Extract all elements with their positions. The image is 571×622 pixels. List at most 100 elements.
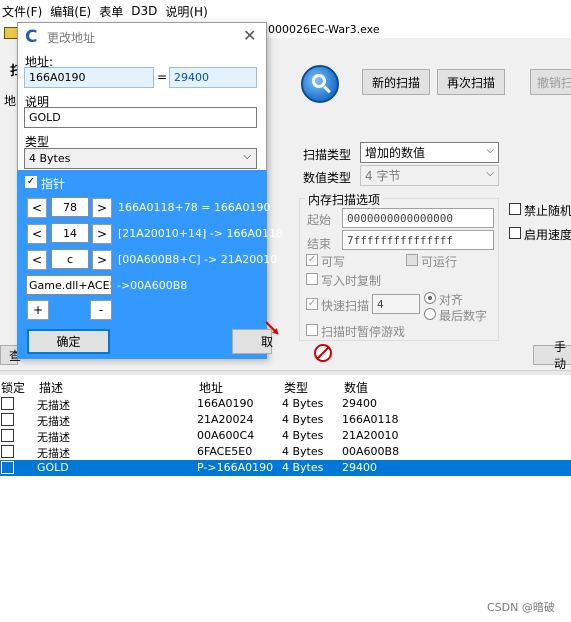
pointer-checkbox[interactable]: ✓	[25, 176, 37, 188]
lock-checkbox[interactable]	[1, 445, 14, 458]
menu-edit[interactable]: 编辑(E)	[48, 3, 97, 20]
writable-checkbox[interactable]: ✓	[306, 254, 318, 266]
close-icon[interactable]: ✕	[243, 26, 256, 45]
row-type: 4 Bytes	[282, 461, 324, 474]
dialog-title: 更改地址	[47, 31, 96, 45]
offset-input[interactable]: 78	[51, 197, 89, 217]
address-input[interactable]: 166A0190	[24, 67, 154, 88]
address-list-header: 锁定 描述 地址 类型 数值	[0, 376, 571, 396]
table-row-selected[interactable]: GOLD P->166A0190 4 Bytes 29400	[0, 460, 571, 476]
magnifier-icon[interactable]	[301, 65, 339, 103]
ok-button[interactable]: 确定	[27, 329, 110, 354]
enable-speedhack-checkbox[interactable]	[509, 227, 521, 239]
start-label: 起始	[307, 213, 332, 227]
splitter[interactable]	[0, 370, 571, 375]
row-address: 166A0190	[197, 397, 254, 410]
copy-on-write-checkbox[interactable]	[306, 273, 318, 285]
chevron-down-icon: ⌵	[243, 151, 251, 162]
header-description[interactable]: 描述	[39, 379, 63, 396]
table-row[interactable]: 无描述 00A600C4 4 Bytes 21A20010	[0, 428, 571, 444]
offset-result: [21A20010+14] -> 166A0118	[118, 227, 284, 240]
offset-input[interactable]: 14	[51, 223, 89, 243]
header-lock[interactable]: 锁定	[1, 379, 25, 396]
lock-checkbox[interactable]	[1, 413, 14, 426]
remove-offset-button[interactable]: -	[90, 300, 112, 320]
offset-decrease-button[interactable]: <	[27, 198, 47, 218]
row-address: P->166A0190	[197, 461, 274, 474]
offset-decrease-button[interactable]: <	[27, 250, 47, 270]
type-select[interactable]: 4 Bytes ⌵	[24, 148, 257, 169]
scan-type-select[interactable]: 增加的数值 ⌵	[360, 142, 499, 163]
last-digits-label: 最后数字	[439, 309, 488, 323]
row-value: 29400	[342, 397, 377, 410]
process-title: 000026EC-War3.exe	[268, 23, 380, 36]
row-type: 4 Bytes	[282, 429, 324, 442]
row-address: 6FACE5E0	[197, 445, 253, 458]
header-type[interactable]: 类型	[284, 379, 308, 396]
table-row[interactable]: 无描述 21A20024 4 Bytes 166A0118	[0, 412, 571, 428]
add-offset-button[interactable]: +	[27, 300, 49, 320]
lock-checkbox[interactable]	[1, 461, 14, 474]
offset-increase-button[interactable]: >	[92, 224, 112, 244]
row-description: 无描述	[37, 415, 70, 428]
offset-result: [00A600B8+C] -> 21A20010	[118, 253, 278, 266]
memory-options-title: 内存扫描选项	[305, 191, 384, 208]
row-description: GOLD	[37, 461, 69, 474]
align-label: 对齐	[439, 293, 464, 307]
undo-scan-button[interactable]: 撤销扫	[530, 69, 571, 95]
open-process-icon[interactable]	[4, 27, 18, 39]
memory-view-button[interactable]: 查	[0, 345, 21, 365]
pause-game-checkbox[interactable]	[306, 324, 318, 336]
start-address-input[interactable]: 0000000000000000	[342, 208, 494, 228]
writable-label: 可写	[321, 255, 346, 269]
equals-sign: =	[157, 70, 168, 84]
row-description: 无描述	[37, 399, 70, 412]
offset-decrease-button[interactable]: <	[27, 224, 47, 244]
header-address[interactable]: 地址	[199, 379, 223, 396]
menu-table[interactable]: 表单	[97, 3, 129, 20]
menu-d3d[interactable]: D3D	[129, 4, 163, 18]
type-value: 4 Bytes	[29, 152, 71, 165]
last-digits-radio[interactable]	[424, 308, 436, 320]
base-address-result: ->00A600B8	[117, 279, 188, 292]
watermark: CSDN @暗破	[487, 601, 555, 614]
header-value[interactable]: 数值	[344, 379, 368, 396]
row-address: 00A600C4	[197, 429, 255, 442]
description-input[interactable]: GOLD	[24, 107, 257, 128]
fast-scan-checkbox[interactable]: ✓	[306, 298, 318, 310]
row-description: 无描述	[37, 447, 70, 460]
stop-address-input[interactable]: 7fffffffffffffff	[342, 230, 494, 250]
fast-scan-input[interactable]: 4	[372, 294, 420, 314]
lock-checkbox[interactable]	[1, 429, 14, 442]
disable-random-checkbox[interactable]	[509, 203, 521, 215]
table-row[interactable]: 无描述 6FACE5E0 4 Bytes 00A600B8	[0, 444, 571, 460]
manual-add-button[interactable]: 手动	[533, 340, 571, 371]
menu-help[interactable]: 说明(H)	[163, 3, 213, 20]
offset-input[interactable]: c	[51, 249, 89, 269]
offset-result: 166A0118+78 = 166A0190	[118, 201, 271, 214]
next-scan-button[interactable]: 再次扫描	[437, 69, 505, 95]
offset-increase-button[interactable]: >	[92, 198, 112, 218]
new-scan-button[interactable]: 新的扫描	[362, 69, 430, 95]
copy-on-write-label: 写入时复制	[321, 274, 382, 288]
chevron-down-icon: ⌵	[486, 168, 494, 179]
row-type: 4 Bytes	[282, 413, 324, 426]
lock-checkbox[interactable]	[1, 397, 14, 410]
pointer-label: 指针	[41, 177, 66, 191]
menu-bar: 文件(F) 编辑(E) 表单 D3D 说明(H)	[0, 0, 571, 22]
executable-checkbox[interactable]	[406, 254, 418, 266]
menu-file[interactable]: 文件(F)	[0, 3, 48, 20]
value-type-value: 4 字节	[365, 169, 401, 183]
offset-increase-button[interactable]: >	[92, 250, 112, 270]
table-row[interactable]: 无描述 166A0190 4 Bytes 29400	[0, 396, 571, 412]
align-radio[interactable]	[424, 292, 436, 304]
base-address-input[interactable]: Game.dll+ACE5E	[26, 275, 112, 295]
scan-type-label: 扫描类型	[303, 148, 352, 162]
disable-random-label: 禁止随机	[524, 204, 571, 218]
current-value-display: 29400	[169, 67, 257, 88]
red-arrow-icon	[265, 321, 279, 335]
executable-label: 可运行	[421, 255, 458, 269]
stop-icon[interactable]	[314, 344, 332, 362]
row-description: 无描述	[37, 431, 70, 444]
value-type-select[interactable]: 4 字节 ⌵	[360, 165, 499, 186]
